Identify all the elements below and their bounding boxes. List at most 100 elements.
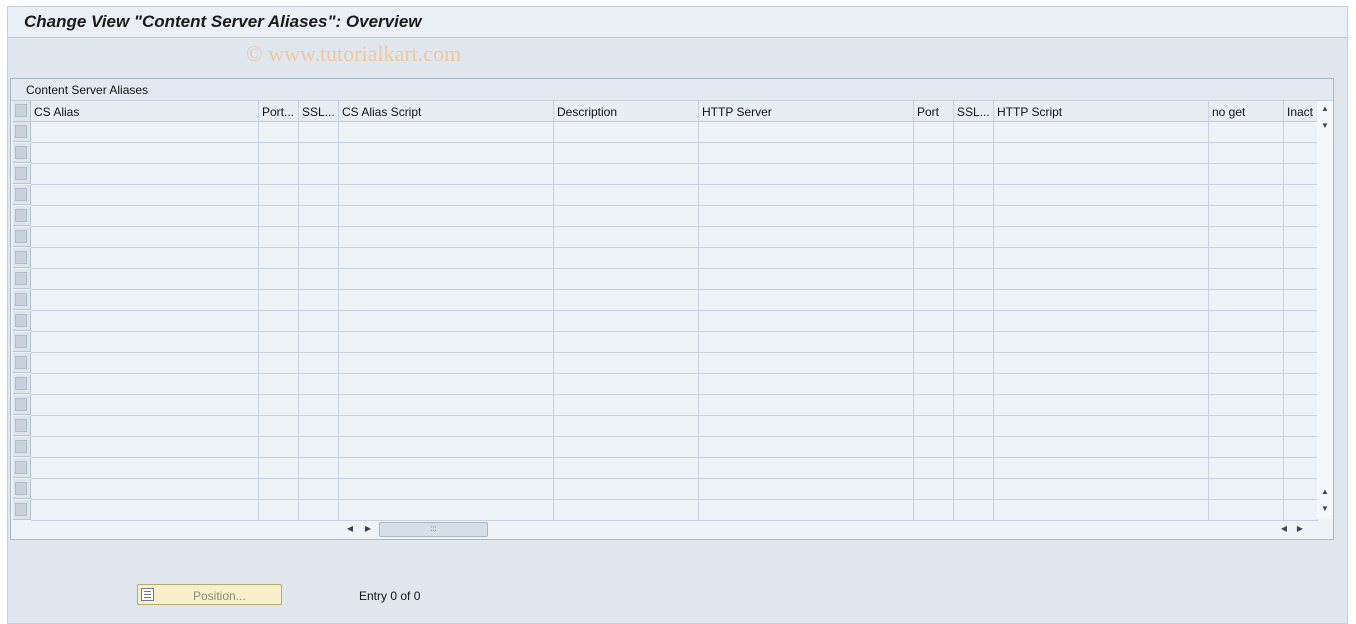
row-selector[interactable] bbox=[13, 395, 31, 415]
table-cell[interactable] bbox=[554, 122, 699, 143]
table-cell[interactable] bbox=[699, 143, 914, 164]
table-cell[interactable] bbox=[259, 374, 299, 395]
column-header[interactable]: SSL... bbox=[954, 101, 994, 122]
table-cell[interactable] bbox=[299, 353, 339, 374]
table-cell[interactable] bbox=[259, 206, 299, 227]
table-cell[interactable] bbox=[1284, 416, 1318, 437]
row-selector[interactable] bbox=[13, 479, 31, 499]
table-cell[interactable] bbox=[554, 143, 699, 164]
table-cell[interactable] bbox=[339, 353, 554, 374]
table-cell[interactable] bbox=[554, 479, 699, 500]
table-cell[interactable] bbox=[299, 227, 339, 248]
table-cell[interactable] bbox=[259, 311, 299, 332]
table-cell[interactable] bbox=[699, 458, 914, 479]
table-cell[interactable] bbox=[31, 311, 259, 332]
table-cell[interactable] bbox=[259, 416, 299, 437]
row-selector[interactable] bbox=[13, 206, 31, 226]
table-cell[interactable] bbox=[339, 332, 554, 353]
table-cell[interactable] bbox=[994, 374, 1209, 395]
row-selector[interactable] bbox=[13, 227, 31, 247]
table-cell[interactable] bbox=[554, 206, 699, 227]
row-selector[interactable] bbox=[13, 164, 31, 184]
table-cell[interactable] bbox=[31, 164, 259, 185]
table-cell[interactable] bbox=[31, 332, 259, 353]
table-cell[interactable] bbox=[914, 290, 954, 311]
table-cell[interactable] bbox=[994, 479, 1209, 500]
table-cell[interactable] bbox=[31, 185, 259, 206]
table-cell[interactable] bbox=[1209, 248, 1284, 269]
table-cell[interactable] bbox=[954, 374, 994, 395]
position-button[interactable]: Position... bbox=[137, 584, 282, 605]
table-cell[interactable] bbox=[954, 248, 994, 269]
table-cell[interactable] bbox=[299, 374, 339, 395]
table-cell[interactable] bbox=[914, 500, 954, 521]
table-cell[interactable] bbox=[339, 206, 554, 227]
table-cell[interactable] bbox=[699, 479, 914, 500]
table-cell[interactable] bbox=[1209, 374, 1284, 395]
table-cell[interactable] bbox=[954, 185, 994, 206]
table-cell[interactable] bbox=[259, 248, 299, 269]
table-cell[interactable] bbox=[554, 395, 699, 416]
table-cell[interactable] bbox=[954, 311, 994, 332]
table-cell[interactable] bbox=[994, 353, 1209, 374]
horizontal-scroll-thumb[interactable]: ::: bbox=[379, 522, 488, 537]
table-cell[interactable] bbox=[259, 185, 299, 206]
table-cell[interactable] bbox=[699, 500, 914, 521]
table-cell[interactable] bbox=[1284, 122, 1318, 143]
table-cell[interactable] bbox=[954, 164, 994, 185]
table-cell[interactable] bbox=[259, 164, 299, 185]
table-cell[interactable] bbox=[954, 479, 994, 500]
table-cell[interactable] bbox=[1209, 290, 1284, 311]
table-cell[interactable] bbox=[699, 227, 914, 248]
table-cell[interactable] bbox=[1209, 269, 1284, 290]
table-cell[interactable] bbox=[1209, 185, 1284, 206]
table-cell[interactable] bbox=[699, 437, 914, 458]
table-cell[interactable] bbox=[31, 227, 259, 248]
horizontal-scrollbar[interactable]: ◀ ▶ ::: ◀ ▶ bbox=[341, 521, 1309, 538]
table-cell[interactable] bbox=[554, 374, 699, 395]
table-cell[interactable] bbox=[699, 353, 914, 374]
table-cell[interactable] bbox=[914, 227, 954, 248]
table-cell[interactable] bbox=[994, 122, 1209, 143]
scroll-left-icon[interactable]: ◀ bbox=[343, 524, 357, 533]
table-cell[interactable] bbox=[339, 290, 554, 311]
table-cell[interactable] bbox=[699, 122, 914, 143]
table-cell[interactable] bbox=[31, 143, 259, 164]
table-cell[interactable] bbox=[1284, 374, 1318, 395]
table-cell[interactable] bbox=[31, 290, 259, 311]
column-header[interactable]: SSL... bbox=[299, 101, 339, 122]
column-header[interactable]: HTTP Script bbox=[994, 101, 1209, 122]
table-cell[interactable] bbox=[699, 206, 914, 227]
column-header[interactable]: Inact bbox=[1284, 101, 1318, 122]
table-cell[interactable] bbox=[699, 332, 914, 353]
table-cell[interactable] bbox=[1284, 164, 1318, 185]
table-cell[interactable] bbox=[339, 143, 554, 164]
table-cell[interactable] bbox=[994, 143, 1209, 164]
table-cell[interactable] bbox=[914, 122, 954, 143]
table-cell[interactable] bbox=[1284, 353, 1318, 374]
page-up-icon[interactable]: ▼ bbox=[1318, 121, 1332, 130]
table-cell[interactable] bbox=[699, 164, 914, 185]
table-cell[interactable] bbox=[954, 269, 994, 290]
row-selector[interactable] bbox=[13, 248, 31, 268]
table-cell[interactable] bbox=[914, 416, 954, 437]
table-cell[interactable] bbox=[339, 227, 554, 248]
table-cell[interactable] bbox=[914, 185, 954, 206]
row-selector[interactable] bbox=[13, 122, 31, 142]
table-cell[interactable] bbox=[994, 500, 1209, 521]
row-selector[interactable] bbox=[13, 185, 31, 205]
table-cell[interactable] bbox=[1284, 479, 1318, 500]
table-cell[interactable] bbox=[914, 479, 954, 500]
table-cell[interactable] bbox=[914, 332, 954, 353]
table-cell[interactable] bbox=[1284, 437, 1318, 458]
row-selector[interactable] bbox=[13, 353, 31, 373]
table-cell[interactable] bbox=[1209, 164, 1284, 185]
table-cell[interactable] bbox=[259, 500, 299, 521]
table-cell[interactable] bbox=[699, 290, 914, 311]
page-down-icon[interactable]: ▲ bbox=[1318, 487, 1332, 496]
table-cell[interactable] bbox=[994, 248, 1209, 269]
table-cell[interactable] bbox=[1284, 311, 1318, 332]
scroll-far-left-icon[interactable]: ◀ bbox=[1277, 524, 1291, 533]
table-cell[interactable] bbox=[259, 353, 299, 374]
table-cell[interactable] bbox=[299, 290, 339, 311]
